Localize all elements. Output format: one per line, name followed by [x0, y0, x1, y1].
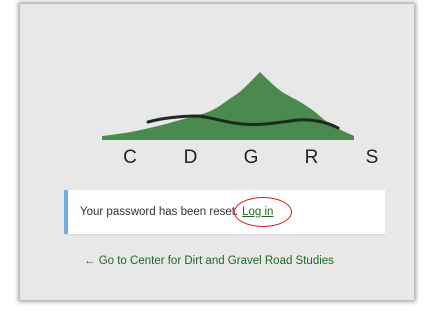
logo-letter-c: C: [123, 147, 137, 168]
login-link-label[interactable]: Log in: [242, 206, 273, 218]
password-reset-notice: Your password has been reset. Log in: [64, 190, 385, 234]
logo-letter-s: S: [365, 147, 379, 168]
login-link[interactable]: Log in: [234, 197, 293, 227]
mountain-road-icon: [102, 72, 354, 140]
back-to-site-link[interactable]: ← Go to Center for Dirt and Gravel Road …: [84, 252, 344, 271]
logo-letter-g: G: [243, 147, 259, 168]
login-page-frame: C D G R S Your password has been reset. …: [20, 4, 414, 300]
logo-letter-r: R: [304, 147, 319, 168]
logo-letter-d: D: [183, 147, 198, 168]
cdgrs-letters: C D G R S: [120, 147, 382, 169]
cdgrs-logo-mountain: [102, 70, 354, 150]
notice-message: Your password has been reset.: [80, 206, 239, 218]
